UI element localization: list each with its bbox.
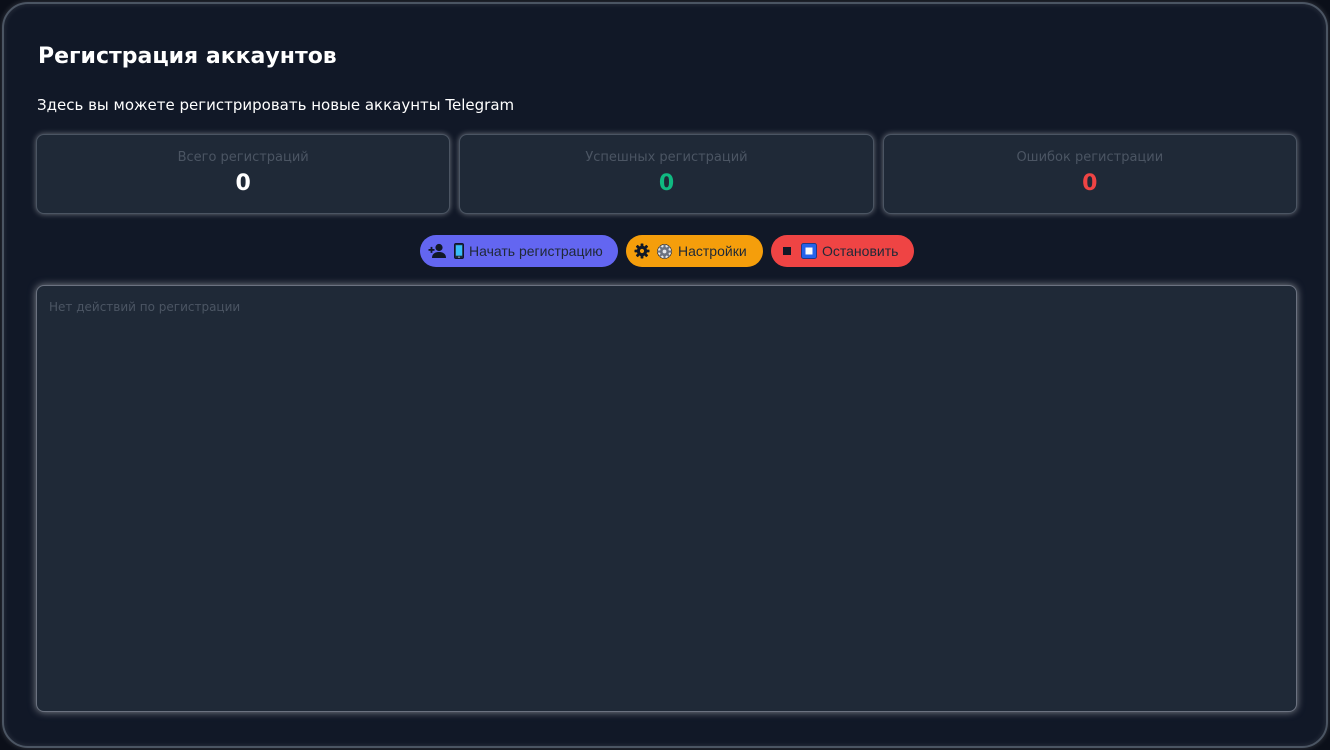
gear-icon — [634, 243, 650, 259]
settings-button[interactable]: Настройки — [626, 235, 763, 267]
stat-value-success: 0 — [658, 171, 675, 196]
log-empty-message: Нет действий по регистрации — [49, 300, 241, 314]
registration-window: Регистрация аккаунтов Здесь вы можете ре… — [2, 2, 1328, 748]
stat-label-total: Всего регистраций — [177, 150, 309, 165]
page-subtitle: Здесь вы можете регистрировать новые акк… — [37, 96, 515, 114]
stat-card-success: Успешных регистраций 0 — [459, 134, 874, 214]
stat-card-total: Всего регистраций 0 — [36, 134, 451, 214]
stop-button[interactable]: Остановить — [771, 235, 914, 267]
start-registration-label: Начать регистрацию — [469, 243, 603, 259]
stats-row: Всего регистраций 0 Успешных регистраций… — [36, 134, 1297, 214]
controls-row: Начать регистрацию Настройки Остановить — [4, 235, 1330, 267]
settings-label: Настройки — [678, 243, 747, 259]
stat-card-errors: Ошибок регистрации 0 — [882, 134, 1297, 214]
stop-label: Остановить — [822, 243, 899, 259]
mobile-phone-icon — [454, 243, 464, 259]
stat-label-success: Успешных регистраций — [585, 150, 748, 165]
stat-label-errors: Ошибок регистрации — [1016, 150, 1164, 165]
registration-log[interactable]: Нет действий по регистрации — [36, 285, 1297, 712]
page-title: Регистрация аккаунтов — [38, 44, 337, 69]
stat-value-total: 0 — [235, 171, 251, 196]
gear-emoji-icon — [656, 243, 673, 260]
start-registration-button[interactable]: Начать регистрацию — [420, 235, 618, 267]
person-add-icon — [428, 243, 448, 259]
stop-icon — [779, 243, 795, 259]
stop-button-icon — [801, 243, 817, 259]
stat-value-errors: 0 — [1082, 171, 1098, 196]
